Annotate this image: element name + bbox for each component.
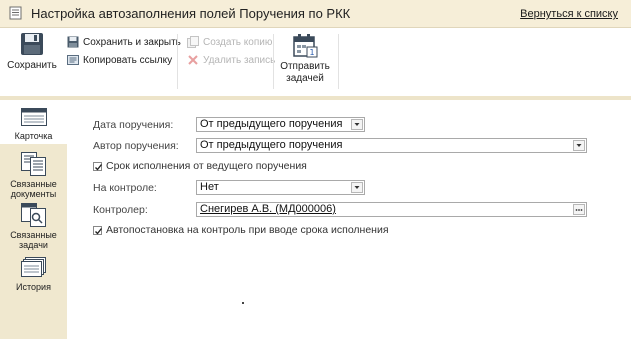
on-control-label: На контроле: bbox=[93, 182, 157, 194]
save-and-close-button[interactable]: Сохранить и закрыть bbox=[67, 34, 181, 50]
stray-dot bbox=[242, 302, 244, 304]
calendar-task-icon: 1 bbox=[293, 34, 318, 58]
copy-link-button[interactable]: Копировать ссылку bbox=[67, 52, 172, 68]
date-select-value: От предыдущего поручения bbox=[200, 118, 343, 130]
on-control-select-value: Нет bbox=[200, 181, 219, 193]
create-copy-label: Создать копию bbox=[203, 36, 273, 48]
send-as-task-button[interactable]: 1 Отправить задачей bbox=[278, 32, 332, 85]
sidebar-item-label: История bbox=[16, 282, 51, 292]
toolbar-separator bbox=[338, 34, 339, 89]
deadline-from-lead-checkbox[interactable]: Срок исполнения от ведущего поручения bbox=[93, 160, 307, 172]
sidebar-item-related-documents[interactable]: Связанные документы bbox=[0, 150, 67, 199]
sidebar-item-card[interactable]: Карточка bbox=[0, 100, 67, 144]
save-label: Сохранить bbox=[7, 60, 57, 71]
sidebar-item-label: Связанные bbox=[10, 230, 57, 240]
sidebar-item-label: задачи bbox=[19, 240, 48, 250]
sidebar-item-label: Карточка bbox=[14, 131, 53, 141]
checkmark-icon bbox=[95, 227, 103, 235]
send-as-task-label-2: задачей bbox=[286, 73, 324, 84]
window-title: Настройка автозаполнения полей Поручения… bbox=[31, 6, 351, 21]
delete-x-icon bbox=[188, 55, 198, 65]
date-label: Дата поручения: bbox=[93, 119, 174, 131]
document-icon bbox=[9, 6, 22, 20]
sidebar-item-related-tasks[interactable]: Связанные задачи bbox=[0, 201, 67, 250]
checkmark-icon bbox=[95, 163, 103, 171]
title-bar: Настройка автозаполнения полей Поручения… bbox=[0, 0, 631, 28]
toolbar: Сохранить Сохранить и закрыть Копировать… bbox=[0, 28, 631, 100]
back-to-list-link[interactable]: Вернуться к списку bbox=[520, 8, 618, 20]
svg-text:1: 1 bbox=[309, 48, 314, 57]
sidebar-item-history[interactable]: История bbox=[0, 255, 67, 295]
send-as-task-label-1: Отправить bbox=[280, 61, 330, 72]
auto-control-checkbox[interactable]: Автопостановка на контроль при вводе сро… bbox=[93, 224, 389, 236]
save-close-icon bbox=[67, 36, 79, 48]
ellipsis-picker-icon[interactable] bbox=[573, 204, 585, 215]
auto-control-label: Автопостановка на контроль при вводе сро… bbox=[106, 224, 389, 236]
on-control-select[interactable]: Нет bbox=[196, 180, 365, 195]
create-copy-button[interactable]: Создать копию bbox=[187, 34, 272, 50]
author-select[interactable]: От предыдущего поручения bbox=[196, 138, 587, 153]
controller-field[interactable]: Снегирев А.В. (МД000006) bbox=[196, 202, 587, 217]
chevron-down-icon[interactable] bbox=[573, 140, 585, 151]
save-and-close-label: Сохранить и закрыть bbox=[83, 36, 181, 48]
checkbox[interactable] bbox=[93, 161, 103, 171]
toolbar-separator bbox=[177, 34, 178, 89]
deadline-from-lead-label: Срок исполнения от ведущего поручения bbox=[106, 160, 307, 172]
chevron-down-icon[interactable] bbox=[351, 182, 363, 193]
link-icon bbox=[67, 55, 79, 65]
date-select[interactable]: От предыдущего поручения bbox=[196, 117, 365, 132]
sidebar-item-label: Связанные bbox=[10, 179, 57, 189]
delete-record-button[interactable]: Удалить запись bbox=[187, 52, 275, 68]
floppy-disk-icon bbox=[21, 33, 43, 55]
controller-field-value: Снегирев А.В. (МД000006) bbox=[200, 203, 336, 215]
author-label: Автор поручения: bbox=[93, 140, 179, 152]
card-icon bbox=[20, 108, 47, 126]
controller-label: Контролер: bbox=[93, 204, 148, 216]
author-select-value: От предыдущего поручения bbox=[200, 139, 343, 151]
copy-icon bbox=[187, 36, 199, 48]
related-documents-icon bbox=[20, 152, 46, 176]
related-tasks-icon bbox=[20, 203, 46, 227]
save-button[interactable]: Сохранить bbox=[6, 32, 58, 72]
sidebar: Карточка Связанные документы Связанные з… bbox=[0, 100, 67, 339]
history-icon bbox=[20, 257, 46, 277]
toolbar-separator bbox=[273, 34, 274, 89]
sidebar-item-label: документы bbox=[10, 189, 57, 199]
chevron-down-icon[interactable] bbox=[351, 119, 363, 130]
checkbox[interactable] bbox=[93, 225, 103, 235]
delete-record-label: Удалить запись bbox=[203, 54, 276, 66]
copy-link-label: Копировать ссылку bbox=[83, 54, 173, 66]
